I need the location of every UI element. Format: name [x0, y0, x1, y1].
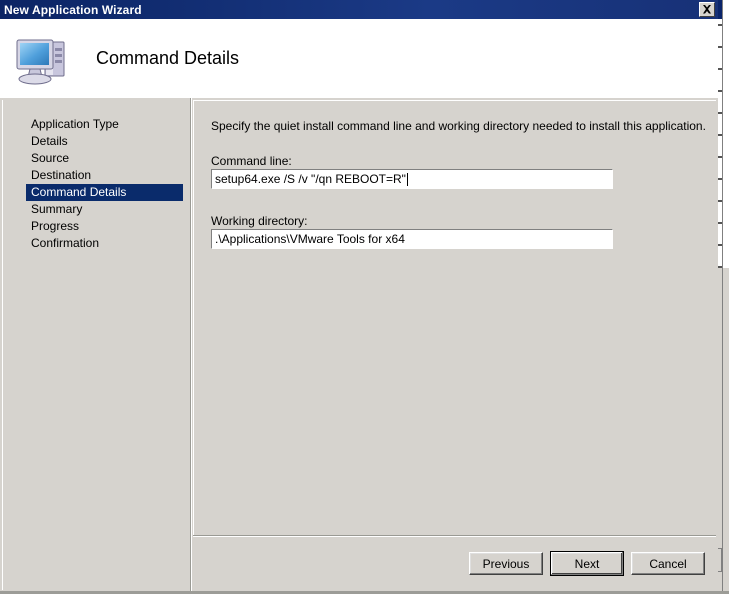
text-caret: [406, 172, 408, 186]
content-inner: Specify the quiet install command line a…: [193, 100, 716, 537]
working-directory-value: .\Applications\VMware Tools for x64: [215, 232, 405, 246]
previous-button[interactable]: Previous: [469, 552, 543, 575]
wizard-header: Command Details: [0, 19, 718, 98]
button-bar: Previous Next Cancel: [193, 539, 716, 594]
background-window-edge: [722, 0, 723, 594]
next-button[interactable]: Next: [550, 551, 624, 576]
close-x-icon: [703, 5, 711, 14]
page-title: Command Details: [96, 48, 240, 68]
close-button[interactable]: [699, 2, 715, 17]
sidebar-item-source[interactable]: Source: [26, 150, 183, 167]
wizard-step-list: Application Type Details Source Destinat…: [2, 100, 188, 590]
window-title: New Application Wizard: [4, 2, 142, 17]
working-directory-input[interactable]: .\Applications\VMware Tools for x64: [211, 229, 613, 249]
command-line-value: setup64.exe /S /v "/qn REBOOT=R": [215, 172, 406, 186]
cancel-button[interactable]: Cancel: [631, 552, 705, 575]
title-bar: New Application Wizard: [0, 0, 718, 19]
command-line-label: Command line:: [211, 154, 292, 168]
sidebar-item-progress[interactable]: Progress: [26, 218, 183, 235]
sidebar-item-application-type[interactable]: Application Type: [26, 116, 183, 133]
content-pane: Specify the quiet install command line a…: [193, 98, 718, 594]
sidebar-item-summary[interactable]: Summary: [26, 201, 183, 218]
instruction-text: Specify the quiet install command line a…: [211, 119, 706, 133]
wizard-body: Application Type Details Source Destinat…: [0, 98, 718, 594]
sidebar-item-details[interactable]: Details: [26, 133, 183, 150]
command-line-input[interactable]: setup64.exe /S /v "/qn REBOOT=R": [211, 169, 613, 189]
new-application-wizard-dialog: New Application Wizard Command Details A…: [0, 0, 718, 594]
working-directory-label: Working directory:: [211, 214, 308, 228]
sidebar-item-command-details[interactable]: Command Details: [26, 184, 183, 201]
sidebar-item-destination[interactable]: Destination: [26, 167, 183, 184]
button-bar-separator: [193, 535, 716, 537]
sidebar-content-divider: [190, 98, 192, 594]
computer-icon: [16, 39, 65, 84]
sidebar-item-confirmation[interactable]: Confirmation: [26, 235, 183, 252]
